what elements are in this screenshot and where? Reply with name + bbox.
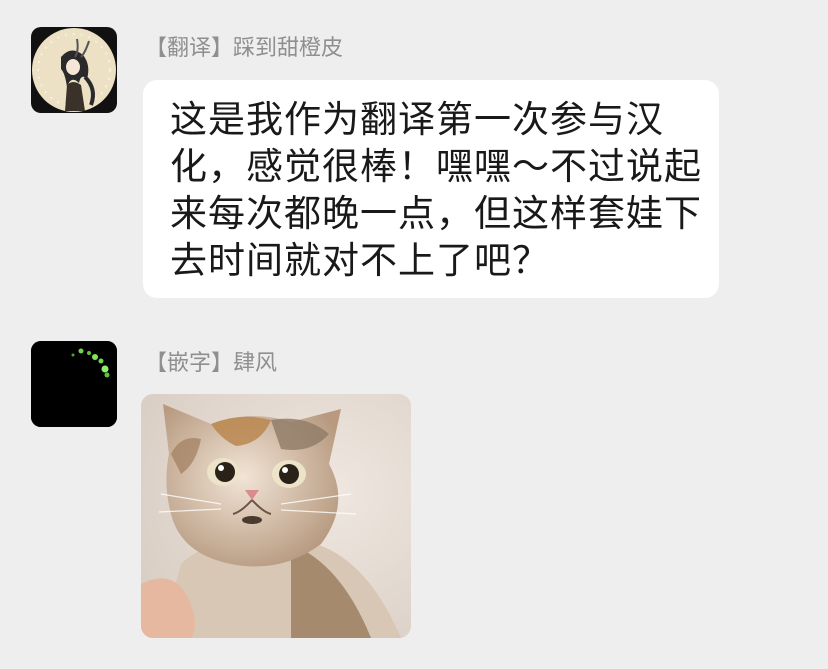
anime-character-avatar-image [31, 27, 117, 113]
message-bubble[interactable]: 这是我作为翻译第一次参与汉化，感觉很棒！嘿嘿～不过说起来每次都晚一点，但这样套娃… [143, 80, 719, 298]
avatar[interactable] [31, 341, 117, 427]
cat-photo [141, 394, 411, 638]
message-text: 这是我作为翻译第一次参与汉化，感觉很棒！嘿嘿～不过说起来每次都晚一点，但这样套娃… [170, 98, 702, 282]
sender-name: 【嵌字】肆风 [145, 351, 278, 376]
sender-name: 【翻译】踩到甜橙皮 [145, 36, 344, 61]
avatar[interactable] [31, 27, 117, 113]
fireflies-avatar-image [31, 341, 117, 427]
cat-meme-image[interactable] [141, 394, 411, 638]
